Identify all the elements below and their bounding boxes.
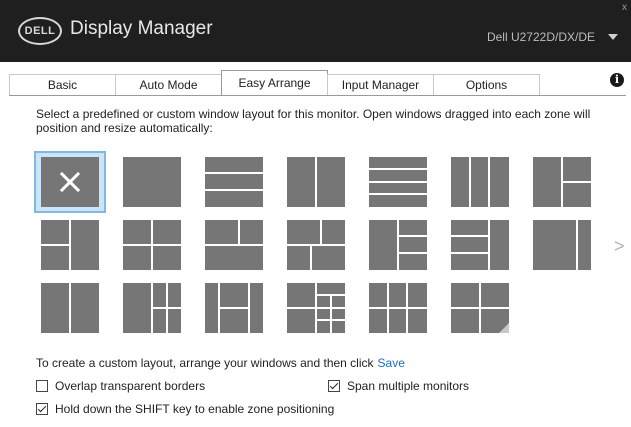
overlap-borders-label: Overlap transparent borders — [55, 379, 206, 393]
layout-full[interactable] — [118, 153, 186, 211]
layout-left-split-right[interactable] — [36, 216, 104, 274]
layout-two-columns[interactable] — [282, 153, 350, 211]
layout-preview-icon — [41, 157, 99, 207]
layout-three-columns[interactable] — [446, 153, 514, 211]
layout-four-rows[interactable] — [364, 153, 432, 211]
layout-center-wide[interactable] — [200, 279, 268, 337]
layout-preview-icon — [123, 283, 181, 333]
layout-preview-icon — [533, 157, 591, 207]
layout-four-quadrants[interactable] — [118, 216, 186, 274]
shift-key-checkbox[interactable] — [36, 403, 48, 415]
custom-layout-text: To create a custom layout, arrange your … — [36, 356, 374, 370]
logo-text: DELL — [24, 25, 56, 37]
layout-preview-icon — [41, 220, 99, 270]
overlap-borders-option[interactable]: Overlap transparent borders — [36, 379, 205, 393]
span-monitors-option[interactable]: Span multiple monitors — [328, 379, 469, 393]
layout-preview-icon — [287, 283, 345, 333]
overlap-borders-checkbox[interactable] — [36, 380, 48, 392]
layout-preview-icon — [451, 283, 509, 333]
tab-options[interactable]: Options — [433, 74, 540, 95]
span-monitors-checkbox[interactable] — [328, 380, 340, 392]
info-icon[interactable]: i — [610, 73, 624, 87]
layout-preview-icon — [205, 220, 263, 270]
dell-logo: DELL — [18, 17, 62, 45]
layout-two-by-three[interactable] — [364, 279, 432, 337]
layout-custom[interactable] — [446, 279, 514, 337]
tab-divider — [9, 95, 626, 96]
layout-left-three-left[interactable] — [446, 216, 514, 274]
layout-preview-icon — [369, 220, 427, 270]
save-link[interactable]: Save — [378, 356, 405, 370]
layout-mixed-grid[interactable] — [282, 279, 350, 337]
layout-preview-icon — [369, 283, 427, 333]
layout-preview-icon — [451, 157, 509, 207]
layout-left-right-quarters[interactable] — [118, 279, 186, 337]
layout-wide-left[interactable] — [528, 216, 596, 274]
layout-preview-icon — [369, 157, 427, 207]
shift-key-label: Hold down the SHIFT key to enable zone p… — [55, 402, 335, 416]
tab-auto-mode[interactable]: Auto Mode — [115, 74, 222, 95]
layout-preview-icon — [287, 220, 345, 270]
layout-three-rows[interactable] — [200, 153, 268, 211]
layout-wide-top-split[interactable] — [200, 216, 268, 274]
layout-left-three-right[interactable] — [364, 216, 432, 274]
monitor-selector[interactable]: Dell U2722D/DX/DE — [487, 30, 595, 44]
layout-two-columns-b[interactable] — [36, 279, 104, 337]
layout-preview-icon — [41, 283, 99, 333]
app-title: Display Manager — [70, 18, 213, 39]
next-page-arrow[interactable]: > — [614, 236, 625, 257]
tab-easy-arrange[interactable]: Easy Arrange — [221, 70, 328, 96]
layout-preview-icon — [205, 283, 263, 333]
layout-preview-icon — [123, 220, 181, 270]
span-monitors-label: Span multiple monitors — [347, 379, 470, 393]
layout-preview-icon — [123, 157, 181, 207]
chevron-down-icon[interactable] — [608, 34, 618, 40]
close-icon[interactable]: x — [622, 3, 627, 13]
tab-input-manager[interactable]: Input Manager — [327, 74, 434, 95]
layout-preview-icon — [205, 157, 263, 207]
shift-key-option[interactable]: Hold down the SHIFT key to enable zone p… — [36, 402, 334, 416]
layout-preview-icon — [451, 220, 509, 270]
custom-layout-hint: To create a custom layout, arrange your … — [36, 356, 405, 370]
layout-none[interactable] — [34, 151, 106, 213]
layout-grid-offset[interactable] — [282, 216, 350, 274]
layout-description: Select a predefined or custom window lay… — [36, 107, 591, 135]
title-bar: DELL Display Manager Dell U2722D/DX/DE x — [0, 0, 631, 62]
layout-preview-icon — [287, 157, 345, 207]
tab-basic[interactable]: Basic — [9, 74, 116, 95]
layout-left-right-split[interactable] — [528, 153, 596, 211]
layout-preview-icon — [533, 220, 591, 270]
